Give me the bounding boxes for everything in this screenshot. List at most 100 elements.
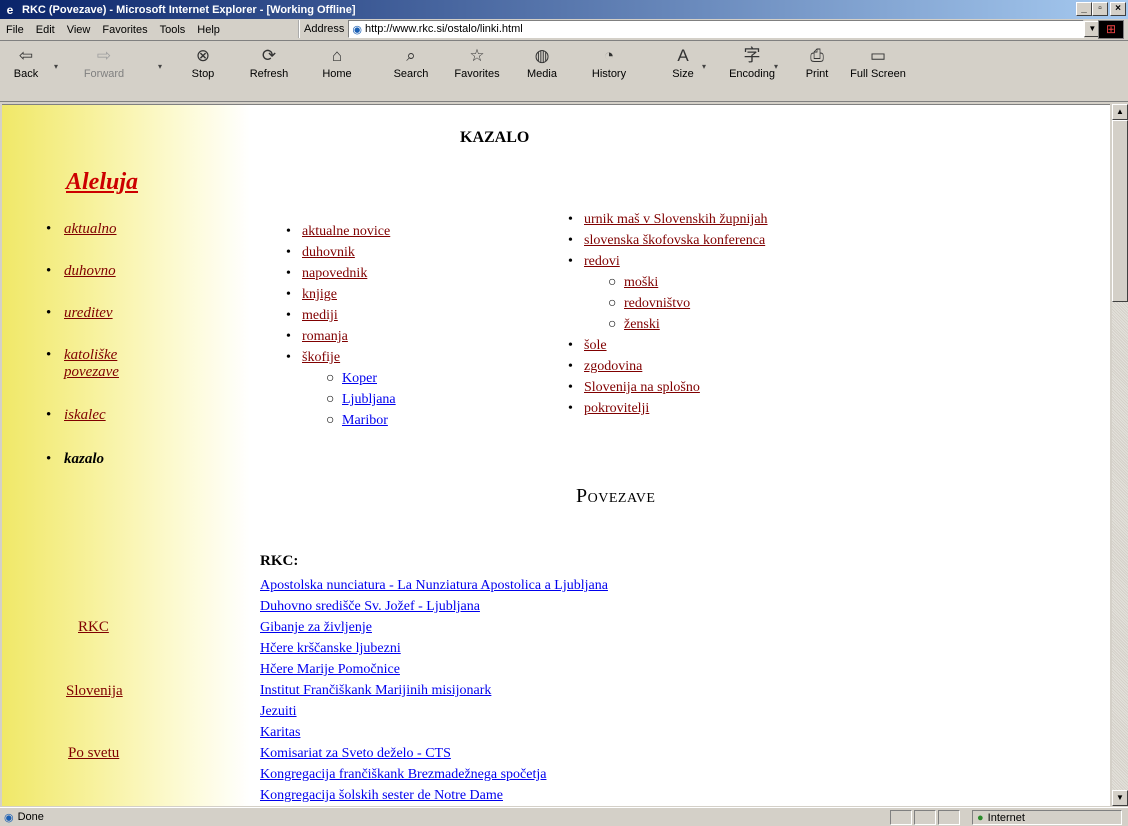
menu-tools[interactable]: Tools (154, 24, 192, 36)
povezave-links: Apostolska nunciatura - La Nunziatura Ap… (260, 575, 608, 806)
search-button[interactable]: ⌕ Search (390, 44, 432, 80)
kazalo-left-list: • aktualne novice • duhovnik • napovednik •… (286, 221, 396, 431)
address-label: Address (298, 20, 344, 38)
link-item[interactable]: Jezuiti (260, 701, 608, 722)
brand-link[interactable]: Aleluja (66, 169, 138, 196)
link-item[interactable]: Apostolska nunciatura - La Nunziatura Ap… (260, 575, 608, 596)
link-item[interactable]: Duhovno središče Sv. Jožef - Ljubljana (260, 596, 608, 617)
fullscreen-button[interactable]: ▭ Full Screen (848, 44, 908, 80)
list-item[interactable]: • duhovnik (286, 242, 396, 263)
link-item[interactable]: Hčere krščanske ljubezni (260, 638, 608, 659)
list-subitem[interactable]: ○ Koper (286, 368, 396, 389)
address-input[interactable]: ◉ http://www.rkc.si/ostalo/linki.html (348, 20, 1085, 38)
window-title: RKC (Povezave) - Microsoft Internet Expl… (22, 3, 356, 16)
forward-dropdown-icon[interactable]: ▾ (158, 62, 162, 71)
kazalo-right-list: • urnik maš v Slovenskih župnijah • sloven… (568, 209, 768, 419)
link-item[interactable]: Hčere Marije Pomočnice (260, 659, 608, 680)
stop-button[interactable]: ⊗ Stop (186, 44, 220, 80)
home-button[interactable]: ⌂ Home (318, 44, 356, 80)
globe-icon: ● (977, 811, 984, 824)
sidebar-item-ureditev[interactable]: • ureditev (46, 305, 113, 322)
menu-view[interactable]: View (61, 24, 97, 36)
scroll-up-button[interactable]: ▲ (1112, 104, 1128, 120)
address-bar: Address ◉ http://www.rkc.si/ostalo/linki… (298, 20, 1101, 38)
list-subitem[interactable]: ○ moški (568, 272, 768, 293)
link-item[interactable]: Kongregacija frančiškank Brezmadežnega s… (260, 764, 608, 785)
list-item[interactable]: • romanja (286, 326, 396, 347)
link-item[interactable]: Gibanje za življenje (260, 617, 608, 638)
list-item[interactable]: • Slovenija na splošno (568, 377, 768, 398)
print-button[interactable]: ⎙ Print (802, 44, 832, 80)
sidebar-item-label: aktualno (64, 221, 117, 237)
sidebar-item-katoliske-povezave[interactable]: • katoliške povezave (46, 347, 119, 381)
status-pane (914, 810, 936, 825)
link-item[interactable]: Kongregacija šolskih sester de Notre Dam… (260, 785, 608, 806)
encoding-dropdown-icon[interactable]: ▾ (774, 62, 778, 71)
list-item[interactable]: • škofije (286, 347, 396, 368)
forward-arrow-icon: ⇨ (96, 46, 112, 65)
list-item[interactable]: • knjige (286, 284, 396, 305)
menu-bar: File Edit View Favorites Tools Help Addr… (0, 19, 1128, 41)
list-item[interactable]: • slovenska škofovska konferenca (568, 230, 768, 251)
bottom-link-po-svetu[interactable]: Po svetu (68, 745, 119, 762)
back-dropdown-icon[interactable]: ▾ (54, 62, 58, 71)
menu-file[interactable]: File (0, 24, 30, 36)
maximize-button[interactable]: ▫ (1092, 2, 1108, 16)
size-dropdown-icon[interactable]: ▾ (702, 62, 706, 71)
sidebar-item-label-line2: povezave (64, 364, 119, 380)
favorites-label: Favorites (454, 68, 500, 80)
menu-edit[interactable]: Edit (30, 24, 61, 36)
vertical-scrollbar[interactable]: ▲ ▼ (1112, 104, 1128, 806)
bullet-icon: • (46, 407, 52, 423)
windows-logo-icon: ⊞ (1098, 20, 1124, 39)
list-item[interactable]: • urnik maš v Slovenskih župnijah (568, 209, 768, 230)
scroll-thumb[interactable] (1112, 120, 1128, 302)
home-label: Home (322, 68, 352, 80)
bullet-icon: • (46, 451, 52, 467)
sidebar-item-duhovno[interactable]: • duhovno (46, 263, 116, 280)
list-item[interactable]: • redovi (568, 251, 768, 272)
menu-favorites[interactable]: Favorites (96, 24, 153, 36)
sidebar-item-aktualno[interactable]: • aktualno (46, 221, 117, 238)
print-label: Print (805, 68, 829, 80)
search-label: Search (393, 68, 429, 80)
forward-button[interactable]: ⇨ Forward ▾ (74, 44, 162, 80)
list-subitem[interactable]: ○ ženski (568, 314, 768, 335)
encoding-button[interactable]: 字 Encoding ▾ (724, 44, 780, 80)
list-item[interactable]: • mediji (286, 305, 396, 326)
list-item[interactable]: • napovednik (286, 263, 396, 284)
list-item[interactable]: • zgodovina (568, 356, 768, 377)
rkc-section-label: RKC: (260, 553, 299, 569)
title-bar[interactable]: e RKC (Povezave) - Microsoft Internet Ex… (0, 0, 1128, 19)
list-subitem[interactable]: ○ Maribor (286, 410, 396, 431)
search-icon: ⌕ (406, 46, 416, 65)
refresh-button[interactable]: ⟳ Refresh (246, 44, 292, 80)
status-text: ◉ Done (4, 811, 44, 824)
minimize-button[interactable]: _ (1076, 2, 1092, 16)
list-subitem[interactable]: ○ Ljubljana (286, 389, 396, 410)
link-item[interactable]: Komisariat za Sveto deželo - CTS (260, 743, 608, 764)
home-icon: ⌂ (331, 46, 343, 65)
menu-help[interactable]: Help (191, 24, 226, 36)
address-url: http://www.rkc.si/ostalo/linki.html (364, 23, 523, 35)
link-item[interactable]: Institut Frančiškank Marijinih misijonar… (260, 680, 608, 701)
link-item[interactable]: Karitas (260, 722, 608, 743)
media-button[interactable]: ◍ Media (522, 44, 562, 80)
size-button[interactable]: A Size ▾ (664, 44, 706, 80)
bullet-icon: • (46, 347, 52, 363)
list-item[interactable]: • aktualne novice (286, 221, 396, 242)
sidebar-item-iskalec[interactable]: • iskalec (46, 407, 106, 424)
close-button[interactable]: × (1110, 2, 1126, 16)
back-button[interactable]: ⇦ Back ▾ (4, 44, 58, 80)
media-label: Media (527, 68, 557, 80)
scroll-down-button[interactable]: ▼ (1112, 790, 1128, 806)
bottom-link-slovenija[interactable]: Slovenija (66, 683, 123, 700)
list-subitem[interactable]: ○ redovništvo (568, 293, 768, 314)
list-item[interactable]: • pokrovitelji (568, 398, 768, 419)
status-pane (938, 810, 960, 825)
list-item[interactable]: • šole (568, 335, 768, 356)
favorites-button[interactable]: ☆ Favorites (450, 44, 504, 80)
bottom-link-rkc[interactable]: RKC (78, 619, 109, 636)
encoding-icon: 字 (743, 46, 761, 65)
history-button[interactable]: ◔ History (586, 44, 632, 80)
